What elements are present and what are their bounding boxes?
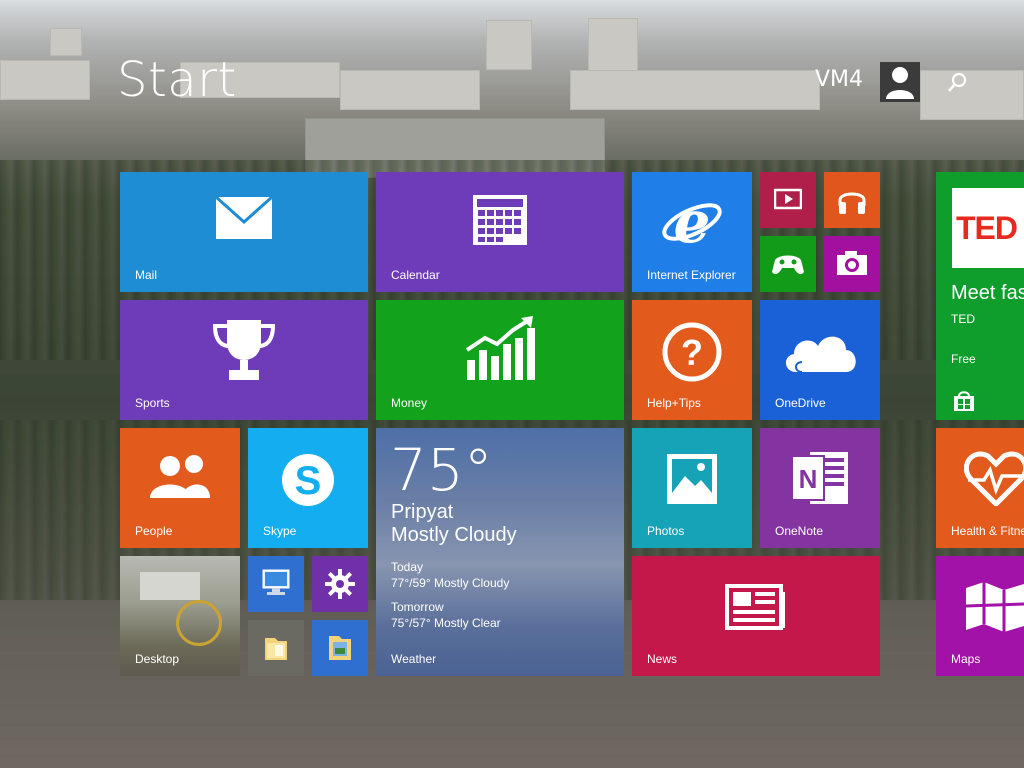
headphones-icon xyxy=(824,184,880,216)
gear-icon xyxy=(312,568,368,600)
tile-internet-explorer[interactable]: e Internet Explorer xyxy=(632,172,752,292)
game-controller-icon xyxy=(760,250,816,278)
tile-label: Maps xyxy=(951,652,981,666)
tile-label: Skype xyxy=(263,524,297,538)
tile-desktop[interactable]: Desktop xyxy=(120,556,240,676)
tile-libraries[interactable] xyxy=(312,620,368,676)
tile-help-tips[interactable]: ? Help+Tips xyxy=(632,300,752,420)
user-name[interactable]: VM4 xyxy=(815,67,863,92)
libraries-icon xyxy=(312,632,368,664)
tile-music[interactable] xyxy=(824,172,880,228)
user-avatar-icon[interactable] xyxy=(880,62,920,102)
weather-condition: Mostly Cloudy xyxy=(391,524,517,546)
svg-text:N: N xyxy=(799,464,818,494)
tile-video[interactable] xyxy=(760,172,816,228)
ted-title: Meet fas xyxy=(951,282,1024,304)
weather-temperature: 75° xyxy=(390,436,493,504)
tile-label: Help+Tips xyxy=(647,396,701,410)
weather-tomorrow-forecast: 75°/57° Mostly Clear xyxy=(391,616,501,630)
video-play-icon xyxy=(760,188,816,212)
weather-city: Pripyat xyxy=(391,501,454,523)
tile-label: Desktop xyxy=(135,652,180,666)
tile-onenote[interactable]: N OneNote xyxy=(760,428,880,548)
tile-photos[interactable]: Photos xyxy=(632,428,752,548)
tile-skype[interactable]: S Skype xyxy=(248,428,368,548)
tile-onedrive[interactable]: OneDrive xyxy=(760,300,880,420)
folder-icon xyxy=(248,632,304,664)
desktop-wallpaper-thumbnail xyxy=(140,572,200,600)
tile-health-fitness[interactable]: Health & Fitne xyxy=(936,428,1024,548)
tile-people[interactable]: People xyxy=(120,428,240,548)
tile-games[interactable] xyxy=(760,236,816,292)
newspaper-icon xyxy=(632,584,880,630)
tile-label: OneDrive xyxy=(775,396,826,410)
search-icon[interactable] xyxy=(944,68,972,96)
tile-label: OneNote xyxy=(775,524,824,538)
ted-logo: TED xyxy=(952,188,1024,268)
svg-text:?: ? xyxy=(681,332,703,373)
cloud-icon xyxy=(760,326,880,376)
ferris-wheel-thumbnail xyxy=(176,600,222,646)
chart-up-icon xyxy=(376,316,624,380)
weather-today-label: Today xyxy=(391,560,424,574)
tile-file-explorer[interactable] xyxy=(248,620,304,676)
trophy-icon xyxy=(120,316,368,382)
tile-label: Health & Fitne xyxy=(951,524,1024,538)
tile-label: Internet Explorer xyxy=(647,268,736,282)
tile-label: People xyxy=(135,524,173,538)
tile-computer[interactable] xyxy=(248,556,304,612)
map-icon xyxy=(964,580,1024,638)
tile-news[interactable]: News xyxy=(632,556,880,676)
tile-ted[interactable]: TED Meet fas TED Free xyxy=(936,172,1024,420)
tile-label: Mail xyxy=(135,268,158,282)
tile-money[interactable]: Money xyxy=(376,300,624,420)
svg-text:S: S xyxy=(295,459,322,503)
ted-price: Free xyxy=(951,352,976,366)
tile-sports[interactable]: Sports xyxy=(120,300,368,420)
tile-calendar[interactable]: Calendar xyxy=(376,172,624,292)
heart-pulse-icon xyxy=(963,450,1024,510)
tile-mail[interactable]: Mail xyxy=(120,172,368,292)
tile-label: Weather xyxy=(391,652,437,666)
page-title: Start xyxy=(117,52,237,108)
photo-icon xyxy=(632,452,752,506)
tile-label: Photos xyxy=(647,524,685,538)
weather-today-forecast: 77°/59° Mostly Cloudy xyxy=(391,576,510,590)
tile-camera[interactable] xyxy=(824,236,880,292)
calendar-grid-icon xyxy=(376,194,624,246)
tile-label: Money xyxy=(391,396,428,410)
people-icon xyxy=(120,454,240,500)
envelope-icon xyxy=(120,196,368,240)
store-icon xyxy=(953,390,975,416)
tile-label: Sports xyxy=(135,396,170,410)
camera-icon xyxy=(824,250,880,276)
tile-label: Calendar xyxy=(391,268,440,282)
tile-settings[interactable] xyxy=(312,556,368,612)
tile-maps[interactable]: Maps xyxy=(936,556,1024,676)
computer-icon xyxy=(248,568,304,598)
internet-explorer-icon: e xyxy=(632,190,752,254)
tile-weather[interactable]: 75° Pripyat Mostly Cloudy Today 77°/59° … xyxy=(376,428,624,676)
weather-tomorrow-label: Tomorrow xyxy=(391,600,444,614)
ted-publisher: TED xyxy=(951,312,975,326)
onenote-icon: N xyxy=(760,448,880,508)
skype-icon: S xyxy=(248,450,368,510)
question-icon: ? xyxy=(632,322,752,382)
svg-text:e: e xyxy=(674,190,711,254)
tile-label: News xyxy=(647,652,678,666)
